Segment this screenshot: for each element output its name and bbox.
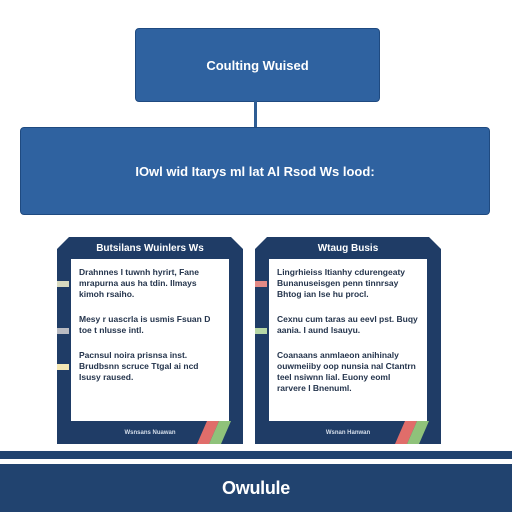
logo: Owulule bbox=[222, 477, 290, 498]
card-right: Wtaug Busis Lingrhieiss Itianhy cdurenge… bbox=[255, 237, 441, 444]
card-left: Butsilans Wuinlers Ws Drahnnes I tuwnh h… bbox=[57, 237, 243, 444]
bottom-bar: Owulule bbox=[0, 464, 512, 512]
card-right-marker-1 bbox=[255, 281, 267, 287]
card-left-body: Drahnnes I tuwnh hyrirt, Fane mrapurna a… bbox=[71, 259, 229, 421]
card-left-footer-text: Wsnsans Nuawan bbox=[124, 429, 176, 436]
card-right-paragraph-2: Cexnu cum taras au eevl pst. Buqy aania.… bbox=[277, 314, 419, 336]
card-left-marker-1 bbox=[57, 281, 69, 287]
card-right-paragraph-1-text: Lingrhieiss Itianhy cdurengeaty Bunanuse… bbox=[277, 267, 406, 299]
bottom-rule bbox=[0, 451, 512, 459]
card-right-paragraph-1: Lingrhieiss Itianhy cdurengeaty Bunanuse… bbox=[277, 267, 419, 300]
card-left-paragraph-1: Drahnnes I tuwnh hyrirt, Fane mrapurna a… bbox=[79, 267, 221, 300]
card-left-paragraph-1-text: Drahnnes I tuwnh hyrirt, Fane mrapurna a… bbox=[79, 267, 199, 299]
card-right-paragraph-3: Coanaans anmlaeon anihinaly ouwmeiiby oo… bbox=[277, 350, 419, 394]
banner-label: IOwl wid Itarys ml lat Al Rsod Ws lood: bbox=[135, 163, 375, 179]
card-right-marker-2 bbox=[255, 328, 267, 334]
top-box-label: Coulting Wuised bbox=[206, 57, 309, 73]
card-right-body: Lingrhieiss Itianhy cdurengeaty Bunanuse… bbox=[269, 259, 427, 421]
card-right-footer-stripes bbox=[395, 421, 437, 444]
card-right-paragraph-3-text: Coanaans anmlaeon anihinaly ouwmeiiby oo… bbox=[277, 350, 416, 393]
card-right-paragraph-2-text: Cexnu cum taras au eevl pst. Buqy aania.… bbox=[277, 314, 418, 335]
card-left-paragraph-2-text: Mesy r uascrla is usmis Fsuan D toe t nl… bbox=[79, 314, 211, 335]
card-left-marker-3 bbox=[57, 364, 69, 370]
connector-line bbox=[254, 100, 257, 127]
card-left-title: Butsilans Wuinlers Ws bbox=[96, 242, 204, 254]
top-box: Coulting Wuised bbox=[135, 28, 380, 102]
card-left-paragraph-3-text: Pacnsul noira prisnsa inst. Brudbsnn scr… bbox=[79, 350, 199, 382]
card-left-paragraph-3: Pacnsul noira prisnsa inst. Brudbsnn scr… bbox=[79, 350, 221, 383]
banner-box: IOwl wid Itarys ml lat Al Rsod Ws lood: bbox=[20, 127, 490, 215]
card-right-footer-text: Wsnan Hanwan bbox=[325, 429, 371, 436]
card-left-footer-stripes bbox=[197, 421, 239, 444]
card-left-paragraph-2: Mesy r uascrla is usmis Fsuan D toe t nl… bbox=[79, 314, 221, 336]
card-right-title: Wtaug Busis bbox=[317, 242, 379, 254]
card-left-marker-2 bbox=[57, 328, 69, 334]
